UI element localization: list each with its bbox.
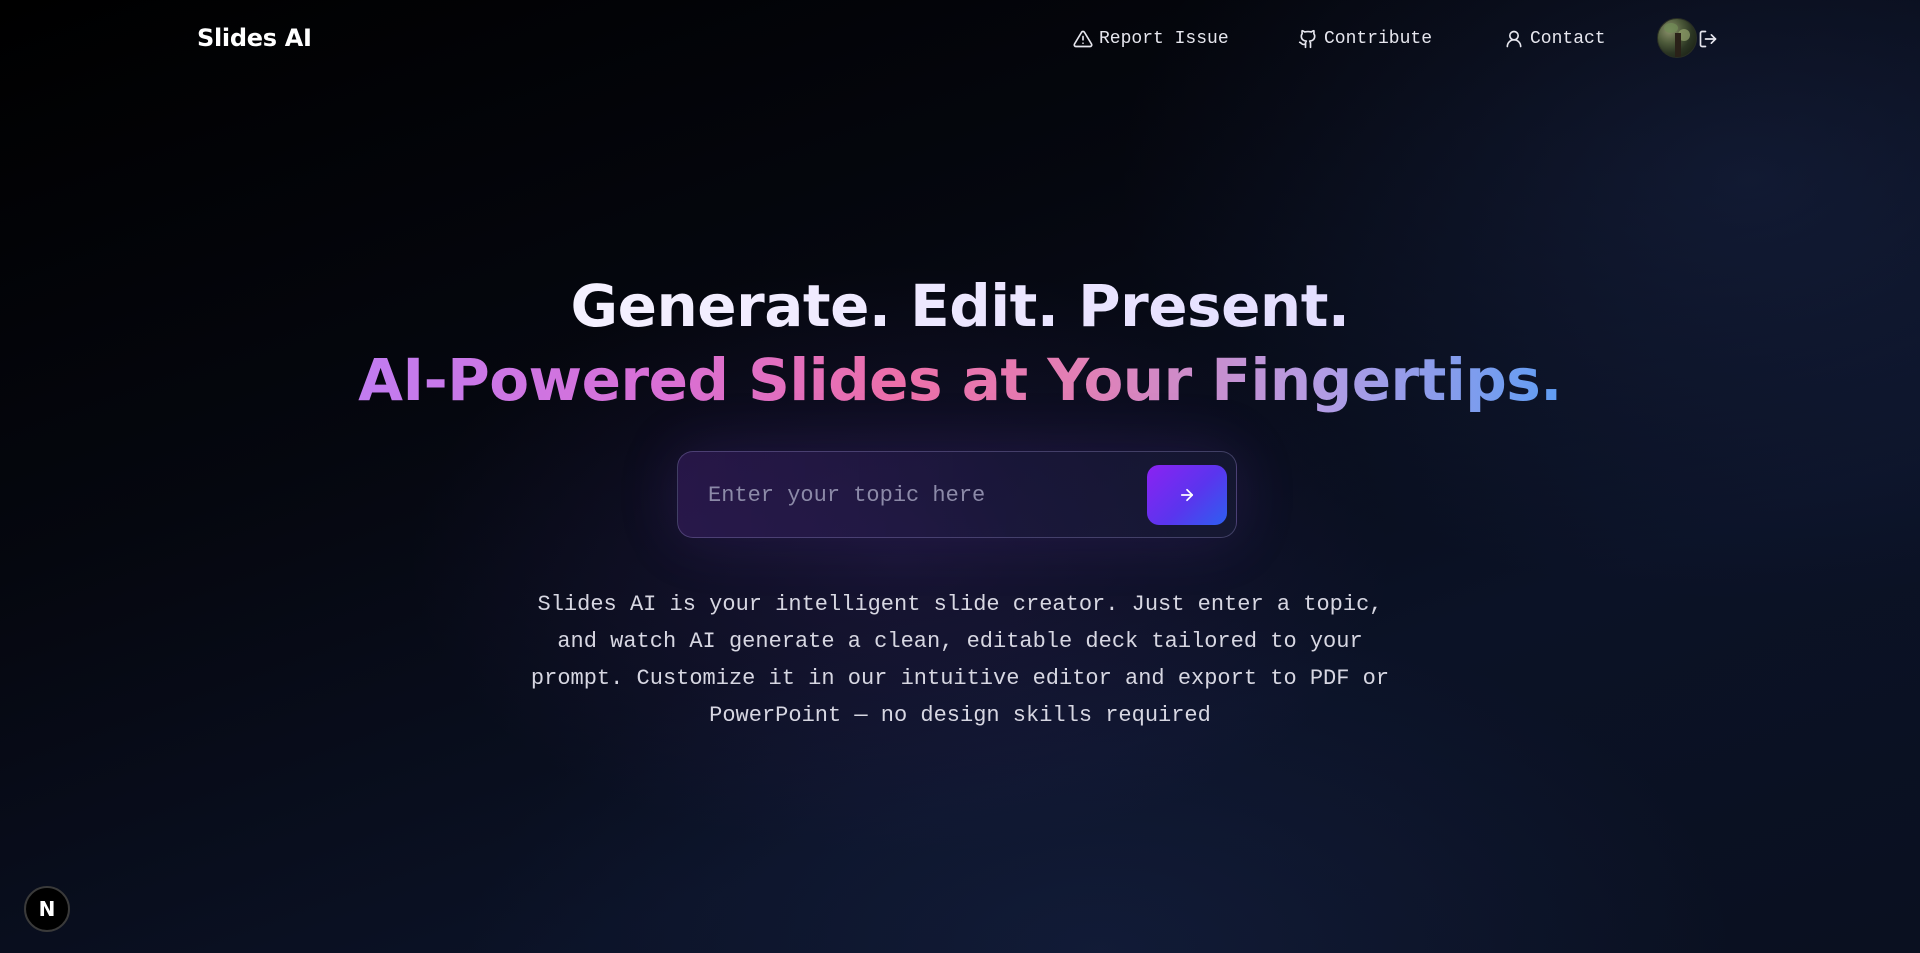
nav-contribute-label: Contribute — [1324, 29, 1433, 49]
nav-contribute[interactable]: Contribute — [1298, 26, 1432, 52]
user-avatar[interactable] — [1657, 18, 1697, 58]
avatar-photo-detail — [1664, 23, 1678, 33]
brand-logo[interactable]: Slides AI — [197, 24, 312, 52]
hero-subheading-text: AI-Powered Slides at Your Fingertips. — [358, 346, 1562, 414]
hero-subheading: AI-Powered Slides at Your Fingertips. — [0, 346, 1920, 414]
topic-input[interactable] — [708, 474, 1108, 516]
user-icon — [1506, 30, 1522, 48]
nav-report-issue-label: Report Issue — [1099, 29, 1229, 49]
nav-contact[interactable]: Contact — [1504, 26, 1606, 52]
topic-search-box — [677, 451, 1237, 538]
avatar-photo-detail — [1675, 33, 1681, 57]
nav-contact-label: Contact — [1530, 29, 1606, 49]
hero-heading: Generate. Edit. Present. — [0, 272, 1920, 340]
nav-report-issue[interactable]: Report Issue — [1073, 26, 1229, 52]
top-navbar: Slides AI Report Issue Contribute Contac… — [0, 0, 1920, 78]
generate-submit-button[interactable] — [1147, 465, 1227, 525]
github-icon — [1298, 29, 1316, 49]
hero-description: Slides AI is your intelligent slide crea… — [530, 592, 1390, 728]
alert-triangle-icon — [1073, 30, 1093, 48]
hero-heading-text: Generate. Edit. Present. — [570, 272, 1350, 340]
arrow-right-icon — [1180, 488, 1194, 502]
nextjs-dev-badge[interactable]: N — [24, 886, 70, 932]
nextjs-badge-letter: N — [38, 897, 56, 921]
logout-icon[interactable] — [1698, 29, 1718, 49]
